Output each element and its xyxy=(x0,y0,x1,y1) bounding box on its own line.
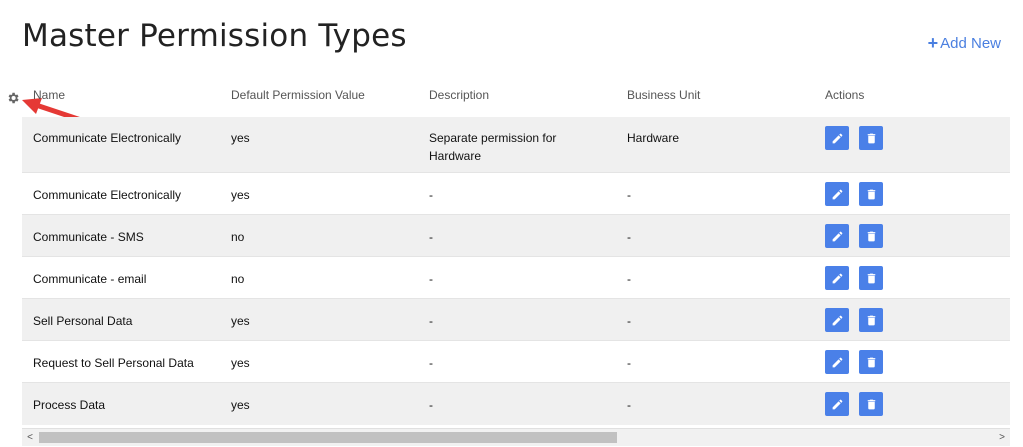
cell-value: yes xyxy=(231,356,250,370)
cell-description: Separate permission for Hardware xyxy=(429,131,557,163)
page-title: Master Permission Types xyxy=(22,18,407,54)
pencil-icon xyxy=(832,231,842,241)
cell-description: - xyxy=(429,188,433,202)
table-header: Name Default Permission Value Descriptio… xyxy=(22,72,1010,117)
trash-icon xyxy=(867,231,875,241)
column-header-actions: Actions xyxy=(825,87,865,102)
delete-button[interactable] xyxy=(859,308,883,332)
cell-business-unit: - xyxy=(627,230,631,244)
cell-value: no xyxy=(231,230,245,244)
edit-button[interactable] xyxy=(825,126,849,150)
gear-icon[interactable] xyxy=(6,91,20,105)
cell-actions xyxy=(814,173,1010,206)
edit-button[interactable] xyxy=(825,392,849,416)
cell-actions xyxy=(814,257,1010,290)
column-header-description[interactable]: Description xyxy=(418,88,616,102)
cell-business-unit: - xyxy=(627,398,631,412)
cell-description: - xyxy=(429,356,433,370)
cell-actions xyxy=(814,117,1010,150)
cell-business-unit: Hardware xyxy=(627,131,680,145)
edit-button[interactable] xyxy=(825,350,849,374)
table-row: Communicate - SMS no - - xyxy=(22,215,1010,257)
cell-name: Communicate Electronically xyxy=(33,188,182,202)
cell-name: Communicate Electronically xyxy=(33,131,182,145)
table-row: Sell Personal Data yes - - xyxy=(22,299,1010,341)
cell-value: yes xyxy=(231,398,250,412)
trash-icon xyxy=(867,273,875,283)
cell-description: - xyxy=(429,398,433,412)
edit-button[interactable] xyxy=(825,224,849,248)
add-new-button[interactable]: + Add New xyxy=(928,34,1001,52)
table-row: Communicate Electronically yes Separate … xyxy=(22,117,1010,173)
pencil-icon xyxy=(832,133,842,143)
delete-button[interactable] xyxy=(859,350,883,374)
delete-button[interactable] xyxy=(859,126,883,150)
cell-actions xyxy=(814,215,1010,248)
table-row: Request to Sell Personal Data yes - - xyxy=(22,341,1010,383)
scroll-right-button[interactable]: > xyxy=(994,429,1010,446)
table-row: Communicate - email no - - xyxy=(22,257,1010,299)
add-new-label: Add New xyxy=(940,34,1001,52)
plus-icon: + xyxy=(927,33,939,53)
cell-value: yes xyxy=(231,131,250,145)
table-row: Communicate Electronically yes - - xyxy=(22,173,1010,215)
column-header-business-unit[interactable]: Business Unit xyxy=(616,88,814,102)
trash-icon xyxy=(867,399,875,409)
cell-actions xyxy=(814,299,1010,332)
cell-actions xyxy=(814,383,1010,416)
trash-icon xyxy=(867,357,875,367)
horizontal-scrollbar[interactable]: < > xyxy=(22,428,1010,446)
cell-name: Process Data xyxy=(33,398,106,412)
permission-types-table: Name Default Permission Value Descriptio… xyxy=(22,72,1010,425)
delete-button[interactable] xyxy=(859,266,883,290)
cell-business-unit: - xyxy=(627,314,631,328)
cell-value: yes xyxy=(231,188,250,202)
cell-name: Communicate - SMS xyxy=(33,230,144,244)
cell-business-unit: - xyxy=(627,272,631,286)
scrollbar-thumb[interactable] xyxy=(39,432,617,443)
pencil-icon xyxy=(832,399,842,409)
column-header-default-value[interactable]: Default Permission Value xyxy=(220,88,418,102)
cell-name: Request to Sell Personal Data xyxy=(33,356,194,370)
trash-icon xyxy=(867,315,875,325)
cell-business-unit: - xyxy=(627,356,631,370)
pencil-icon xyxy=(832,189,842,199)
scroll-left-button[interactable]: < xyxy=(22,429,38,446)
cell-description: - xyxy=(429,272,433,286)
delete-button[interactable] xyxy=(859,182,883,206)
delete-button[interactable] xyxy=(859,392,883,416)
column-header-name[interactable]: Name xyxy=(22,88,220,102)
cell-description: - xyxy=(429,230,433,244)
cell-business-unit: - xyxy=(627,188,631,202)
edit-button[interactable] xyxy=(825,308,849,332)
trash-icon xyxy=(867,133,875,143)
pencil-icon xyxy=(832,357,842,367)
cell-name: Communicate - email xyxy=(33,272,147,286)
cell-name: Sell Personal Data xyxy=(33,314,133,328)
cell-description: - xyxy=(429,314,433,328)
edit-button[interactable] xyxy=(825,266,849,290)
trash-icon xyxy=(867,189,875,199)
cell-value: no xyxy=(231,272,245,286)
cell-actions xyxy=(814,341,1010,374)
cell-value: yes xyxy=(231,314,250,328)
pencil-icon xyxy=(832,315,842,325)
pencil-icon xyxy=(832,273,842,283)
edit-button[interactable] xyxy=(825,182,849,206)
delete-button[interactable] xyxy=(859,224,883,248)
table-row: Process Data yes - - xyxy=(22,383,1010,425)
